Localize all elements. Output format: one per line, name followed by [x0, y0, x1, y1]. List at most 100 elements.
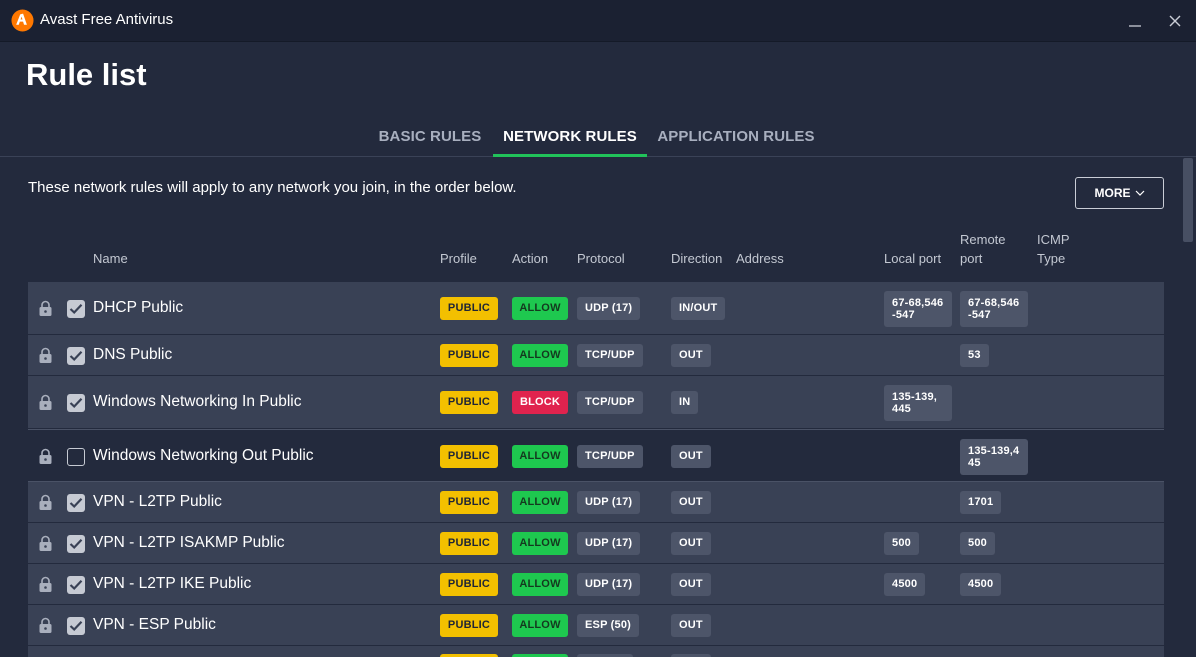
- column-header-local-port[interactable]: Local port: [884, 249, 941, 268]
- tab-basic-rules[interactable]: BASIC RULES: [368, 120, 492, 157]
- column-header-direction[interactable]: Direction: [671, 249, 722, 268]
- close-button[interactable]: [1162, 8, 1188, 34]
- profile-badge: PUBLIC: [440, 613, 498, 637]
- column-header-profile[interactable]: Profile: [440, 249, 477, 268]
- direction-badge: OUT: [671, 444, 711, 468]
- table-row[interactable]: DNS Public PUBLIC ALLOW TCP/UDP OUT 53: [28, 335, 1164, 376]
- lock-icon: [38, 347, 53, 364]
- close-icon: [1169, 15, 1181, 27]
- title-bar: Avast Free Antivirus: [0, 0, 1196, 42]
- lock-icon: [38, 448, 53, 465]
- table-row[interactable]: DHCP Public PUBLIC ALLOW UDP (17) IN/OUT 67-6…: [28, 282, 1164, 335]
- lock-icon: [38, 494, 53, 511]
- table-row[interactable]: VPN - ESP Public PUBLIC ALLOW ESP (50) OUT: [28, 605, 1164, 646]
- table-row[interactable]: Windows Networking Out Public PUBLIC ALLOW…: [28, 429, 1164, 482]
- lock-icon: [38, 300, 53, 317]
- column-header-protocol[interactable]: Protocol: [577, 249, 625, 268]
- page-title: Rule list: [26, 57, 147, 92]
- local-port-badge: 67-68,546-547: [884, 290, 952, 327]
- more-button-label: MORE: [1094, 186, 1131, 200]
- intro-text: These network rules will apply to any ne…: [28, 179, 517, 196]
- minimize-icon: [1129, 25, 1141, 27]
- protocol-badge: UDP (17): [577, 531, 641, 555]
- avast-logo-icon: [11, 9, 34, 32]
- lock-icon: [38, 576, 53, 593]
- remote-port-badge: 53: [960, 343, 989, 367]
- action-badge: ALLOW: [512, 531, 568, 555]
- lock-icon: [38, 617, 53, 634]
- table-row[interactable]: VPN - L2TP ISAKMP Public PUBLIC ALLOW UDP (…: [28, 523, 1164, 564]
- lock-icon: [38, 535, 53, 552]
- remote-port-badge: 67-68,546-547: [960, 290, 1028, 327]
- remote-port-badge: 500: [960, 531, 995, 555]
- rule-name: Windows Networking Out Public: [93, 446, 314, 464]
- table-row[interactable]: VPN - L2TP Public PUBLIC ALLOW UDP (17) OUT 1…: [28, 482, 1164, 523]
- rule-name: DHCP Public: [93, 298, 184, 316]
- protocol-badge: TCP/UDP: [577, 390, 643, 414]
- protocol-badge: UDP (17): [577, 296, 641, 320]
- protocol-badge: UDP (17): [577, 490, 641, 514]
- protocol-badge: TCP/UDP: [577, 343, 643, 367]
- rule-name: DNS Public: [93, 345, 173, 363]
- chevron-down-icon: [1135, 190, 1144, 196]
- rule-enabled-checkbox[interactable]: [67, 493, 85, 512]
- rule-tabs: BASIC RULES NETWORK RULES APPLICATION RU…: [0, 120, 1196, 157]
- rule-name: VPN - L2TP Public: [93, 492, 222, 510]
- action-badge: ALLOW: [512, 343, 568, 367]
- profile-badge: PUBLIC: [440, 572, 498, 596]
- minimize-button[interactable]: [1122, 8, 1148, 34]
- protocol-badge: UDP (17): [577, 572, 641, 596]
- scrollbar-thumb[interactable]: [1183, 158, 1193, 242]
- local-port-badge: 500: [884, 531, 919, 555]
- action-badge: ALLOW: [512, 444, 568, 468]
- rule-enabled-checkbox[interactable]: [67, 447, 85, 466]
- column-header-icmp-type[interactable]: ICMP Type: [1037, 230, 1083, 268]
- direction-badge: IN/OUT: [671, 296, 726, 320]
- rule-name: VPN - ESP Public: [93, 615, 216, 633]
- rule-enabled-checkbox[interactable]: [67, 346, 85, 365]
- action-badge: ALLOW: [512, 572, 568, 596]
- direction-badge: OUT: [671, 613, 711, 637]
- action-badge: ALLOW: [512, 613, 568, 637]
- rule-enabled-checkbox[interactable]: [67, 299, 85, 318]
- column-header-action[interactable]: Action: [512, 249, 548, 268]
- protocol-badge: TCP/UDP: [577, 444, 643, 468]
- tab-network-rules[interactable]: NETWORK RULES: [493, 120, 647, 157]
- rule-enabled-checkbox[interactable]: [67, 616, 85, 635]
- more-button[interactable]: MORE: [1075, 177, 1164, 209]
- table-row[interactable]: VPN - L2TP IKE Public PUBLIC ALLOW UDP (17)…: [28, 564, 1164, 605]
- remote-port-badge: 4500: [960, 572, 1002, 596]
- tab-application-rules[interactable]: APPLICATION RULES: [648, 120, 824, 157]
- remote-port-badge: 1701: [960, 490, 1002, 514]
- local-port-badge: 135-139, 445: [884, 384, 952, 421]
- lock-icon: [38, 394, 53, 411]
- action-badge: ALLOW: [512, 490, 568, 514]
- direction-badge: OUT: [671, 343, 711, 367]
- direction-badge: OUT: [671, 490, 711, 514]
- rule-name: Windows Networking In Public: [93, 392, 302, 410]
- direction-badge: IN: [671, 390, 699, 414]
- rule-name: VPN - L2TP ISAKMP Public: [93, 533, 285, 551]
- rule-enabled-checkbox[interactable]: [67, 393, 85, 412]
- direction-badge: OUT: [671, 531, 711, 555]
- app-title: Avast Free Antivirus: [40, 11, 174, 28]
- vertical-scrollbar[interactable]: [1181, 158, 1196, 657]
- profile-badge: PUBLIC: [440, 531, 498, 555]
- profile-badge: PUBLIC: [440, 390, 498, 414]
- column-header-remote-port[interactable]: Remote port: [960, 230, 1026, 268]
- table-row[interactable]: [28, 646, 1164, 657]
- column-header-address[interactable]: Address: [736, 249, 784, 268]
- profile-badge: PUBLIC: [440, 296, 498, 320]
- profile-badge: PUBLIC: [440, 343, 498, 367]
- profile-badge: PUBLIC: [440, 444, 498, 468]
- column-header-name[interactable]: Name: [93, 249, 128, 268]
- local-port-badge: 4500: [884, 572, 926, 596]
- rule-enabled-checkbox[interactable]: [67, 534, 85, 553]
- rule-name: VPN - L2TP IKE Public: [93, 574, 252, 592]
- direction-badge: OUT: [671, 572, 711, 596]
- profile-badge: PUBLIC: [440, 490, 498, 514]
- protocol-badge: ESP (50): [577, 613, 640, 637]
- table-row[interactable]: Windows Networking In Public PUBLIC BLOCK T…: [28, 376, 1164, 429]
- rule-enabled-checkbox[interactable]: [67, 575, 85, 594]
- remote-port-badge: 135-139,445: [960, 438, 1028, 475]
